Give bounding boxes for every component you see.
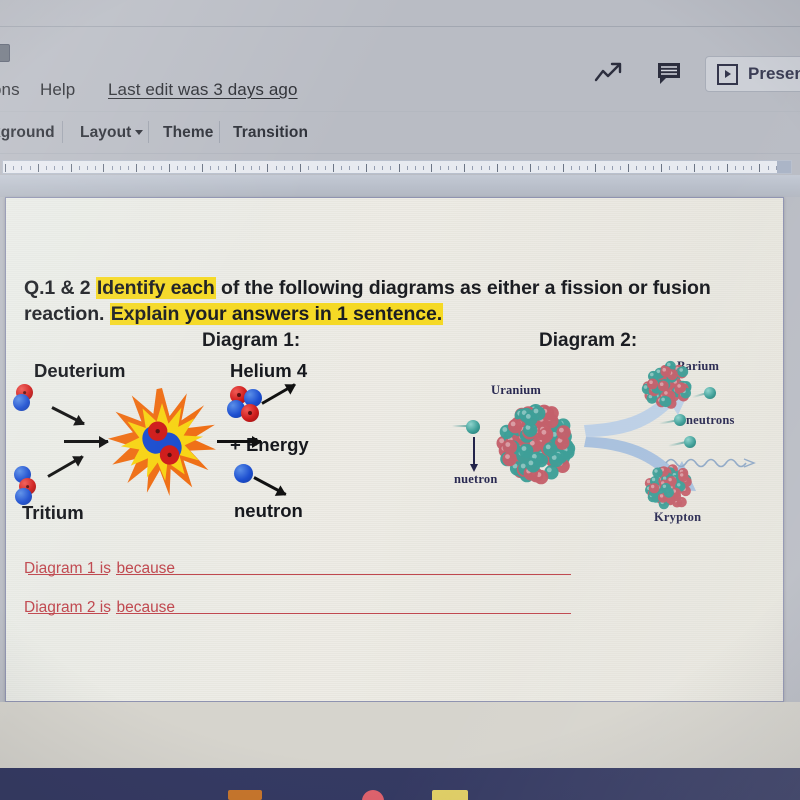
ruler-margin-handle[interactable] (777, 161, 791, 173)
fusion-starburst-icon (108, 388, 216, 496)
label-helium-4: Helium 4 (230, 360, 308, 381)
browser-tab-stub[interactable] (0, 44, 10, 62)
taskbar-icon-yellow[interactable] (432, 790, 468, 800)
answer-2-lead: Diagram 2 is (24, 599, 111, 616)
arrow-into-reaction (64, 440, 108, 443)
answer-1-blank-reason[interactable] (116, 560, 572, 575)
label-plus-energy: + Energy (230, 434, 309, 455)
play-icon (717, 63, 738, 85)
menu-item-options[interactable]: ons (0, 80, 20, 100)
arrow-out-of-reaction (217, 440, 261, 443)
uranium-nucleus (496, 404, 576, 485)
incoming-neutron-arrow (473, 437, 475, 465)
label-deuterium: Deuterium (34, 360, 126, 381)
free-neutron-sphere (234, 464, 253, 483)
gamma-ray-wave (665, 458, 756, 468)
horizontal-ruler[interactable] (2, 160, 792, 174)
label-tritium: Tritium (22, 502, 84, 523)
answer-1-lead: Diagram 1 is (24, 560, 111, 577)
question-highlight-2: Explain your answers in 1 sentence. (109, 302, 444, 325)
arrow-deuterium (51, 406, 85, 426)
label-neutron: neutron (234, 500, 303, 521)
arrow-to-helium-label (261, 383, 296, 405)
diagram-1-title: Diagram 1: (202, 330, 301, 351)
toolbar-transition-button[interactable]: Transition (233, 124, 308, 142)
answer-2-conj: because (116, 599, 176, 616)
barium-nucleus (641, 360, 692, 409)
incoming-neutron-sphere (466, 420, 480, 434)
last-edit-link[interactable]: Last edit was 3 days ago (108, 80, 298, 100)
trend-icon[interactable] (592, 58, 626, 88)
arrow-tritium (47, 455, 84, 478)
answer-row-1: Diagram 1 is because (24, 560, 572, 582)
photographed-screen: ons Help Last edit was 3 days ago Presen… (0, 0, 800, 800)
present-button[interactable]: Presen (705, 56, 800, 92)
chevron-down-icon (135, 130, 144, 135)
question-highlight-1: Identify each (95, 277, 216, 299)
question-text: Q.1 & 2 Identify each of the following d… (24, 276, 724, 328)
menubar-divider (0, 111, 800, 112)
slides-toolbar: kground Layout Theme Transition (0, 118, 800, 151)
os-taskbar[interactable] (0, 768, 800, 800)
diagram-2-fission-image[interactable]: Uranium nuetron Barium neutrons Krypton (446, 353, 782, 538)
diagram-1-fusion-image[interactable]: Deuterium Tritium Helium 4 + Energy neut… (12, 358, 352, 538)
diagram-2-title: Diagram 2: (539, 330, 638, 351)
answer-1-conj: because (116, 560, 176, 577)
toolbar-layout-label: Layout (80, 124, 132, 141)
canvas-backdrop (0, 175, 800, 197)
label-incoming-neutron: nuetron (454, 472, 498, 486)
answer-2-blank-reason[interactable] (116, 599, 572, 614)
answer-row-2: Diagram 2 is because (24, 599, 572, 621)
slide-canvas[interactable]: Q.1 & 2 Identify each of the following d… (5, 197, 784, 702)
taskbar-icon-orange[interactable] (228, 790, 262, 800)
present-button-label: Presen (748, 64, 800, 83)
arrow-to-neutron-label (253, 476, 287, 496)
toolbar-background-button[interactable]: kground (0, 124, 55, 142)
toolbar-divider (0, 153, 800, 154)
question-prefix: Q.1 & 2 (24, 277, 96, 299)
below-canvas-area (0, 702, 800, 770)
menu-item-help[interactable]: Help (40, 80, 75, 100)
toolbar-theme-button[interactable]: Theme (163, 124, 213, 142)
comment-icon[interactable] (652, 58, 686, 88)
window-top-edge (0, 26, 800, 27)
toolbar-layout-button[interactable]: Layout (80, 124, 144, 142)
